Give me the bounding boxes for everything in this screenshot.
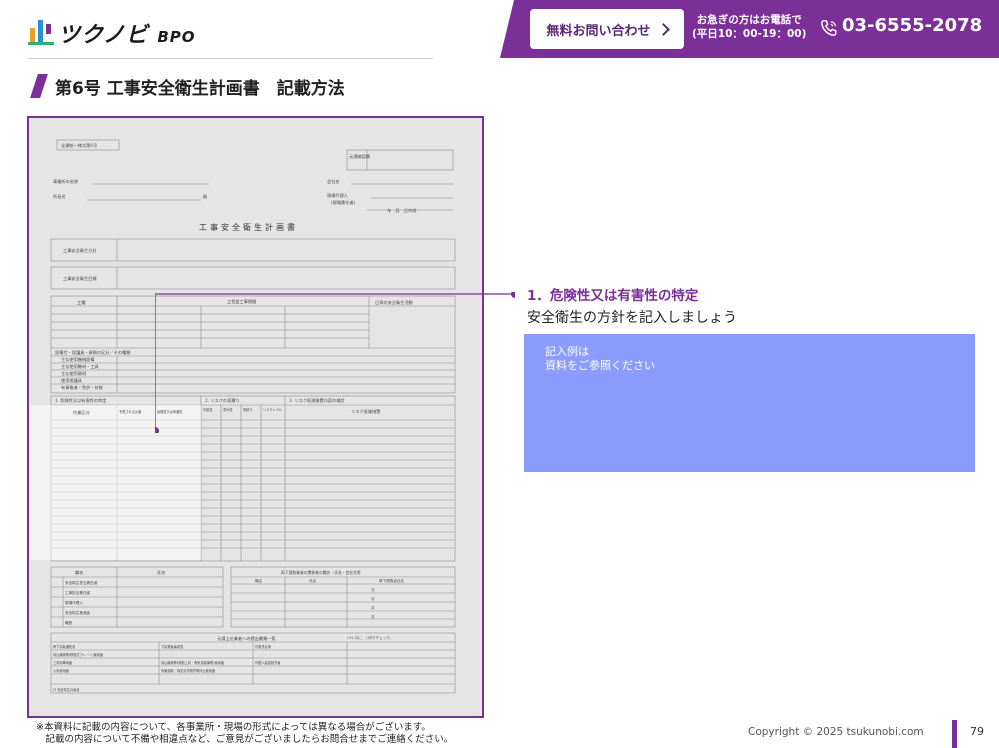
check-item-6: 持込機械等(電動工具・電気溶接機等)使用届 bbox=[161, 660, 224, 665]
eq-item-3: 主な使用資材 bbox=[61, 370, 86, 377]
risk-section-1: 1. 危険性又は有害性の特定 bbox=[55, 397, 106, 404]
check-item-1: 再下請負通知書 bbox=[53, 644, 75, 649]
agent-label: 現場代理人 bbox=[327, 192, 349, 199]
logo-name: ツクノビ bbox=[58, 23, 149, 48]
annotation-connector bbox=[155, 292, 515, 433]
chevron-right-icon bbox=[656, 22, 670, 36]
check-note: (※) 口に、○印でチェック。 bbox=[347, 635, 393, 640]
org-company-4: 次 bbox=[371, 614, 375, 619]
logo-sub: BPO bbox=[157, 28, 196, 46]
logo-bars-icon bbox=[28, 20, 54, 45]
urgent-note: お急ぎの方はお電話で (平日10：00-19：00) bbox=[692, 13, 806, 41]
confirm-label: 元請確認欄 bbox=[349, 153, 370, 160]
check-item-4: 持込機械等(移動式クレーン)使用届 bbox=[53, 652, 103, 657]
contact-button[interactable]: 無料お問い合わせ bbox=[530, 9, 684, 49]
org-right-col-3: 再下請負会社名 bbox=[379, 578, 405, 583]
page-title: 第6号 工事安全衛生計画書 記載方法 bbox=[55, 79, 345, 99]
check-item-7: 外国人建設就労者 bbox=[255, 660, 281, 665]
page-number: 79 bbox=[970, 725, 984, 738]
org-item-2: 工事担当責任者 bbox=[65, 590, 91, 595]
eq-item-2: 主な使用機材・工具 bbox=[61, 363, 100, 370]
risk-col-2: 予測される災害 bbox=[119, 409, 141, 414]
phone-icon bbox=[821, 20, 837, 36]
org-company-2: 次 bbox=[371, 596, 375, 601]
work-col: 工種 bbox=[77, 299, 86, 306]
org-item-1: 安全衛生担当責任者 bbox=[65, 580, 98, 585]
seal-mark: 殿 bbox=[203, 194, 208, 200]
company-label: 会社名 bbox=[327, 178, 340, 185]
check-item-3: 作業員名簿 bbox=[255, 644, 272, 649]
eq-item-4: 使用保護具 bbox=[61, 377, 83, 384]
org-right-col-2: 氏名 bbox=[309, 578, 317, 583]
equipment-label: 設備付・保護具・資格の区分／その種類 bbox=[55, 349, 131, 356]
check-item-5: 工事用車両届 bbox=[53, 660, 72, 665]
agent-sub: (現場責任者) bbox=[331, 199, 356, 206]
form-label: 全建統一様式第6号 bbox=[61, 142, 97, 149]
urgent-line-1: お急ぎの方はお電話で bbox=[696, 14, 802, 26]
policy-label: 工事安全衛生方針 bbox=[63, 247, 97, 254]
org-company-3: 次 bbox=[371, 605, 375, 610]
goal-label: 工事安全衛生目標 bbox=[63, 275, 97, 282]
head-label: 所長名 bbox=[53, 193, 66, 200]
header-divider bbox=[28, 58, 433, 59]
check-item-9: 有機溶剤・特定化学物質等持込使用届 bbox=[161, 668, 215, 673]
title-accent-bar bbox=[30, 74, 48, 98]
org-right-title: 再下請負業者の関係者の職名・氏名・会社名等 bbox=[281, 570, 361, 575]
urgent-line-2: (平日10：00-19：00) bbox=[692, 28, 807, 40]
org-col-1: 職名 bbox=[75, 569, 83, 576]
org-item-4: 安全衛生推進者 bbox=[65, 610, 91, 615]
eq-item-1: 主な使用機械設備 bbox=[61, 356, 95, 363]
org-col-2: 氏名 bbox=[157, 569, 165, 576]
org-item-3: 現場代理人 bbox=[65, 600, 83, 605]
check-misc: 口 安全衛生計画書 bbox=[53, 687, 80, 692]
contact-button-label: 無料お問い合わせ bbox=[546, 23, 651, 39]
form-main-title: 工事安全衛生計画書 bbox=[199, 222, 298, 232]
eq-item-5: 有資格者・免許・技能 bbox=[61, 384, 104, 391]
date-label: 年 月 日作成 bbox=[387, 207, 416, 214]
annotation-heading: 1．危険性又は有害性の特定 bbox=[527, 288, 699, 304]
org-item-5: 職長 bbox=[65, 620, 73, 625]
annotation-subtext: 安全衛生の方針を記入しましょう bbox=[527, 310, 737, 326]
org-company-1: 次 bbox=[371, 587, 375, 592]
office-label: 事業所の名称 bbox=[53, 178, 78, 185]
risk-col-1: 作業区分 bbox=[73, 409, 91, 416]
logo-text: ツクノビ BPO bbox=[58, 17, 196, 49]
page-number-bar bbox=[952, 720, 957, 748]
example-text: 記入例は 資料をご参照ください bbox=[545, 345, 655, 372]
org-right-col-1: 職名 bbox=[255, 578, 263, 583]
copyright: Copyright © 2025 tsukunobi.com bbox=[748, 726, 924, 738]
check-title: 元請上位業者への提出書類一覧 bbox=[217, 635, 276, 642]
phone-number[interactable]: 03-6555-2078 bbox=[842, 15, 982, 36]
footer-note: ※本資料に記載の内容について、各事業所・現場の形式によっては異なる場合がございま… bbox=[36, 722, 454, 745]
check-item-2: 下請業者編成表 bbox=[161, 644, 184, 649]
check-item-8: 火気使用届 bbox=[53, 668, 69, 673]
